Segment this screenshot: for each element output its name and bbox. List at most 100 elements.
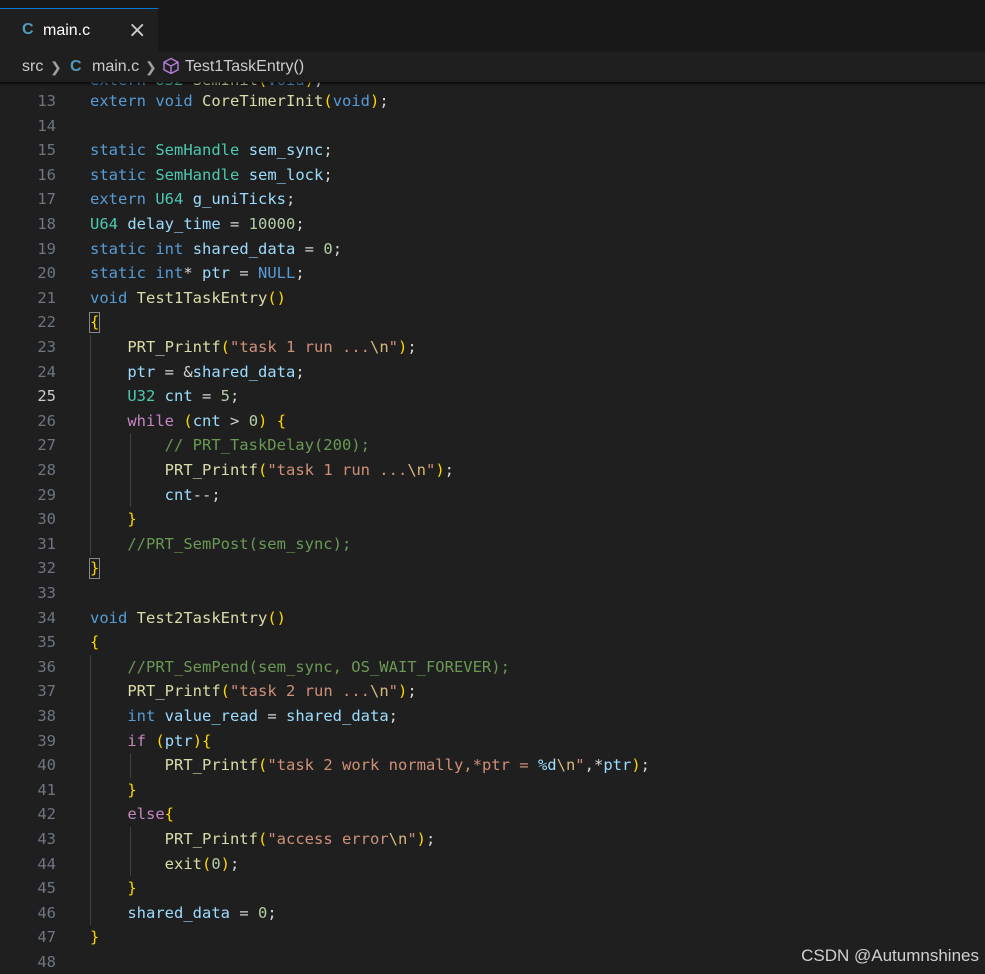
- line-number: 13: [37, 92, 56, 110]
- code-text: extern void CoreTimerInit(void);: [90, 92, 389, 110]
- line-number: 31: [37, 534, 56, 553]
- line-number: 44: [37, 854, 56, 873]
- code-line[interactable]: 28 PRT_Printf("task 1 run ...\n");: [0, 458, 985, 483]
- code-line[interactable]: 18 U64 delay_time = 10000;: [0, 212, 985, 237]
- code-text: else{: [127, 805, 174, 824]
- breadcrumb-src[interactable]: src: [22, 58, 43, 76]
- line-number: 47: [37, 928, 56, 947]
- code-line[interactable]: 29 cnt--;: [0, 483, 985, 508]
- line-number: 40: [37, 756, 56, 775]
- line-number: 32: [37, 559, 56, 578]
- c-file-icon: C: [22, 21, 34, 38]
- code-line[interactable]: 25 U32 cnt = 5;: [0, 384, 985, 409]
- code-text: PRT_Printf("task 1 run ...\n");: [164, 461, 455, 479]
- line-number: 46: [37, 903, 56, 922]
- code-text: static SemHandle sem_sync;: [90, 141, 333, 160]
- scroll-shadow: [0, 82, 985, 86]
- code-line[interactable]: 27 // PRT_TaskDelay(200);: [0, 433, 985, 458]
- line-number: 24: [37, 362, 56, 381]
- code-text: PRT_Printf("task 2 run ...\n");: [127, 682, 417, 701]
- code-line[interactable]: 45 }: [0, 876, 985, 901]
- line-number: 15: [37, 141, 56, 160]
- code-line[interactable]: 30 }: [0, 507, 985, 532]
- breadcrumb-file[interactable]: main.c: [92, 58, 139, 76]
- indent-guide: [90, 335, 91, 557]
- code-line[interactable]: 44 exit(0);: [0, 852, 985, 877]
- code-line[interactable]: 32}: [0, 556, 985, 581]
- code-text: static SemHandle sem_lock;: [90, 165, 333, 184]
- tab-bar: C main.c ×: [0, 8, 985, 52]
- c-file-icon: C: [70, 58, 82, 75]
- code-line[interactable]: 15 static SemHandle sem_sync;: [0, 138, 985, 163]
- code-text: U64 delay_time = 10000;: [90, 215, 305, 233]
- line-number: 28: [37, 461, 56, 479]
- code-line[interactable]: 42 else{: [0, 802, 985, 827]
- chevron-right-icon: ❯: [145, 59, 157, 75]
- line-number: 22: [37, 313, 56, 332]
- tab-main-c[interactable]: C main.c ×: [0, 8, 158, 52]
- watermark: CSDN @Autumnshines: [801, 946, 979, 965]
- code-line[interactable]: 36 //PRT_SemPend(sem_sync, OS_WAIT_FOREV…: [0, 655, 985, 680]
- code-text: static int* ptr = NULL;: [90, 264, 305, 283]
- code-text: int value_read = shared_data;: [127, 707, 398, 725]
- code-line[interactable]: 13 extern void CoreTimerInit(void);: [0, 89, 985, 114]
- code-line[interactable]: 26 while (cnt > 0) {: [0, 409, 985, 434]
- code-line[interactable]: 41 }: [0, 778, 985, 803]
- code-text: void Test2TaskEntry(): [90, 608, 287, 627]
- code-editor[interactable]: extern U32 SemInit(void);13extern void C…: [0, 82, 985, 974]
- code-text: PRT_Printf("access error\n");: [164, 830, 436, 848]
- code-line[interactable]: 14: [0, 114, 985, 139]
- code-line[interactable]: 31 //PRT_SemPost(sem_sync);: [0, 532, 985, 557]
- code-line[interactable]: 22{: [0, 310, 985, 335]
- code-text: }: [127, 780, 137, 799]
- line-number: 36: [37, 657, 56, 676]
- line-number: 16: [37, 165, 56, 184]
- line-number: 41: [37, 780, 56, 799]
- code-line[interactable]: 16 static SemHandle sem_lock;: [0, 163, 985, 188]
- indent-guide: [129, 433, 131, 508]
- indent-guide: [129, 753, 131, 778]
- breadcrumb-symbol[interactable]: Test1TaskEntry(): [185, 58, 304, 76]
- code-text: PRT_Printf("task 2 work normally,*ptr = …: [164, 756, 650, 775]
- code-text: if (ptr){: [127, 731, 212, 750]
- line-number: 21: [37, 288, 56, 307]
- code-line[interactable]: 17 extern U64 g_uniTicks;: [0, 187, 985, 212]
- line-number: 18: [37, 215, 56, 233]
- code-line[interactable]: 19 static int shared_data = 0;: [0, 237, 985, 262]
- code-text: U32 cnt = 5;: [127, 387, 240, 406]
- close-icon[interactable]: ×: [128, 18, 146, 43]
- code-text: exit(0);: [164, 854, 240, 873]
- line-number: 23: [37, 338, 56, 356]
- code-line[interactable]: 38 int value_read = shared_data;: [0, 704, 985, 729]
- line-number: 17: [37, 190, 56, 209]
- code-text: // PRT_TaskDelay(200);: [164, 436, 370, 455]
- code-text: //PRT_SemPend(sem_sync, OS_WAIT_FOREVER)…: [127, 657, 510, 676]
- code-line[interactable]: 37 PRT_Printf("task 2 run ...\n");: [0, 679, 985, 704]
- code-line[interactable]: 23 PRT_Printf("task 1 run ...\n");: [0, 335, 985, 360]
- line-number: 43: [37, 830, 56, 848]
- code-line[interactable]: 43 PRT_Printf("access error\n");: [0, 827, 985, 852]
- line-number: 26: [37, 411, 56, 430]
- code-line[interactable]: 34 void Test2TaskEntry(): [0, 606, 985, 631]
- line-number: 37: [37, 682, 56, 701]
- tab-label: main.c: [43, 22, 91, 39]
- code-text: }: [90, 928, 100, 947]
- code-text: //PRT_SemPost(sem_sync);: [127, 534, 352, 553]
- code-text: ptr = &shared_data;: [127, 362, 305, 381]
- code-text: static int shared_data = 0;: [90, 239, 343, 258]
- code-line[interactable]: 21 void Test1TaskEntry(): [0, 286, 985, 311]
- indent-guide: [90, 654, 91, 926]
- line-number: 38: [37, 707, 56, 725]
- code-text: cnt--;: [164, 485, 221, 504]
- code-line[interactable]: 20 static int* ptr = NULL;: [0, 261, 985, 286]
- code-line[interactable]: 33: [0, 581, 985, 606]
- code-line[interactable]: 40 PRT_Printf("task 2 work normally,*ptr…: [0, 753, 985, 778]
- line-number: 19: [37, 239, 56, 258]
- code-line[interactable]: 35 {: [0, 630, 985, 655]
- line-number: 30: [37, 510, 56, 529]
- code-text: PRT_Printf("task 1 run ...\n");: [127, 338, 417, 356]
- line-number: 33: [37, 584, 56, 602]
- code-line[interactable]: 24 ptr = &shared_data;: [0, 360, 985, 385]
- code-line[interactable]: 46 shared_data = 0;: [0, 901, 985, 926]
- code-line[interactable]: 39 if (ptr){: [0, 729, 985, 754]
